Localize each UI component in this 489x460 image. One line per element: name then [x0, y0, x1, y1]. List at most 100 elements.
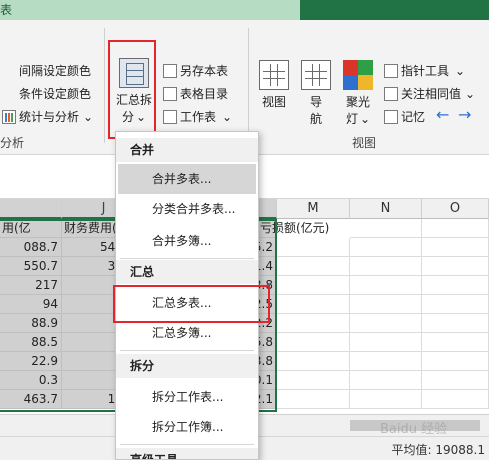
menu-separator [120, 350, 254, 351]
column-header-i[interactable] [0, 199, 62, 219]
menu-section-advanced: 高级工具 [116, 448, 258, 459]
empty-cell[interactable] [277, 390, 350, 409]
spotlight-label-1: 聚光 [345, 95, 370, 109]
cell-i[interactable]: 88.5 [0, 333, 62, 352]
stats-analysis-button[interactable]: 统计与分析 ⌄ [2, 108, 93, 125]
title-bar: 表 [0, 0, 489, 20]
cell-i[interactable]: 217 [0, 276, 62, 295]
empty-cell[interactable] [350, 333, 422, 352]
memory-label: 记忆 [401, 110, 426, 124]
menu-item-split-book[interactable]: 拆分工作簿... [116, 412, 258, 442]
save-sheet-button[interactable]: 另存本表 [163, 62, 228, 79]
follow-same-value-button[interactable]: 关注相同值 ⌄ [384, 85, 475, 102]
view-label: 视图 [261, 95, 286, 109]
empty-cell[interactable] [277, 276, 350, 295]
cell-i[interactable]: 22.9 [0, 352, 62, 371]
empty-cell[interactable] [422, 257, 489, 276]
cell-i[interactable]: 088.7 [0, 238, 62, 257]
empty-cell[interactable] [350, 276, 422, 295]
view-button[interactable]: 视图 [258, 60, 290, 110]
empty-cell[interactable] [277, 333, 350, 352]
follow-same-value-icon [384, 86, 398, 101]
arrow-left-icon[interactable]: ← [436, 105, 449, 124]
empty-cell[interactable] [277, 371, 350, 390]
empty-cell[interactable] [350, 352, 422, 371]
empty-cell[interactable] [277, 314, 350, 333]
cell-i[interactable]: 0.3 [0, 371, 62, 390]
chevron-down-icon: ⌄ [455, 63, 466, 78]
title-partial-text: 表 [0, 3, 13, 17]
menu-item-merge-books[interactable]: 合并多簿... [116, 226, 258, 256]
header-cell-i[interactable]: 用(亿 [0, 219, 62, 238]
condition-color-button[interactable]: 条件设定颜色 [2, 85, 92, 300]
menu-separator [120, 444, 254, 445]
column-header-n[interactable]: N [350, 199, 422, 219]
menu-section-merge: 合并 [116, 138, 258, 162]
ribbon-tab-strip: 表 [0, 0, 300, 20]
empty-cell[interactable] [422, 238, 489, 257]
navigation-button[interactable]: 导 航 [300, 60, 332, 127]
menu-separator [120, 258, 254, 259]
chevron-down-icon: ⌄ [465, 86, 476, 101]
ribbon-separator [248, 28, 249, 143]
navigation-icon [301, 60, 331, 90]
empty-cell[interactable] [422, 333, 489, 352]
cell-i[interactable]: 463.7 [0, 390, 62, 409]
worksheet-button[interactable]: 工作表 ⌄ [163, 108, 232, 125]
cell-i[interactable]: 550.7 [0, 257, 62, 276]
menu-section-split: 拆分 [116, 354, 258, 378]
empty-cell[interactable] [422, 352, 489, 371]
empty-cell[interactable] [277, 257, 350, 276]
empty-cell[interactable] [277, 238, 350, 257]
interval-color-label: 间隔设定颜色 [19, 64, 92, 78]
empty-cell[interactable] [277, 295, 350, 314]
condition-color-label: 条件设定颜色 [19, 87, 92, 101]
view-group-label: 视图 [352, 136, 377, 150]
pointer-tool-button[interactable]: 指针工具 ⌄ [384, 62, 465, 79]
column-header-m[interactable]: M [277, 199, 350, 219]
header-cell-loss[interactable]: 亏损额(亿元) [258, 219, 350, 238]
spotlight-label-2: 灯 [345, 112, 358, 126]
memory-button[interactable]: 记忆 [384, 108, 425, 125]
highlight-box-summary-sheets [113, 285, 270, 323]
empty-cell[interactable] [350, 219, 422, 238]
empty-cell[interactable] [422, 219, 489, 238]
highlight-box-summary-split [108, 40, 156, 139]
empty-cell[interactable] [350, 390, 422, 409]
menu-item-split-sheet[interactable]: 拆分工作表... [116, 382, 258, 412]
spotlight-button[interactable]: 聚光 灯 ⌄ [342, 60, 374, 127]
sheet-index-label: 表格目录 [180, 87, 229, 101]
sheet-index-button[interactable]: 表格目录 [163, 85, 228, 102]
stats-analysis-label: 统计与分析 [19, 110, 80, 124]
view-table-icon [259, 60, 289, 90]
worksheet-icon [163, 109, 177, 124]
empty-cell[interactable] [277, 352, 350, 371]
ribbon-separator [104, 28, 105, 143]
save-sheet-label: 另存本表 [180, 64, 229, 78]
average-value: 平均值: 19088.1 [391, 443, 485, 457]
menu-item-merge-sheets[interactable]: 合并多表... [118, 164, 256, 194]
menu-item-category-merge[interactable]: 分类合并多表... [116, 194, 258, 224]
arrow-right-icon[interactable]: → [458, 105, 471, 124]
empty-cell[interactable] [422, 276, 489, 295]
stats-chart-icon [2, 109, 16, 124]
interval-color-button[interactable]: 间隔设定颜色 [2, 62, 92, 277]
empty-cell[interactable] [422, 390, 489, 409]
chevron-down-icon: ⌄ [83, 109, 94, 124]
empty-cell[interactable] [350, 257, 422, 276]
empty-cell[interactable] [422, 371, 489, 390]
cell-i[interactable]: 94 [0, 295, 62, 314]
analysis-group-label: 分析 [0, 136, 25, 150]
sheet-index-icon [163, 86, 177, 101]
empty-cell[interactable] [422, 295, 489, 314]
navigation-label-2: 航 [309, 112, 322, 126]
cell-i[interactable]: 88.9 [0, 314, 62, 333]
empty-cell[interactable] [350, 371, 422, 390]
pointer-tool-icon [384, 63, 398, 78]
follow-same-value-label: 关注相同值 [401, 87, 462, 101]
empty-cell[interactable] [422, 314, 489, 333]
empty-cell[interactable] [350, 238, 422, 257]
empty-cell[interactable] [350, 295, 422, 314]
empty-cell[interactable] [350, 314, 422, 333]
column-header-o[interactable]: O [422, 199, 489, 219]
